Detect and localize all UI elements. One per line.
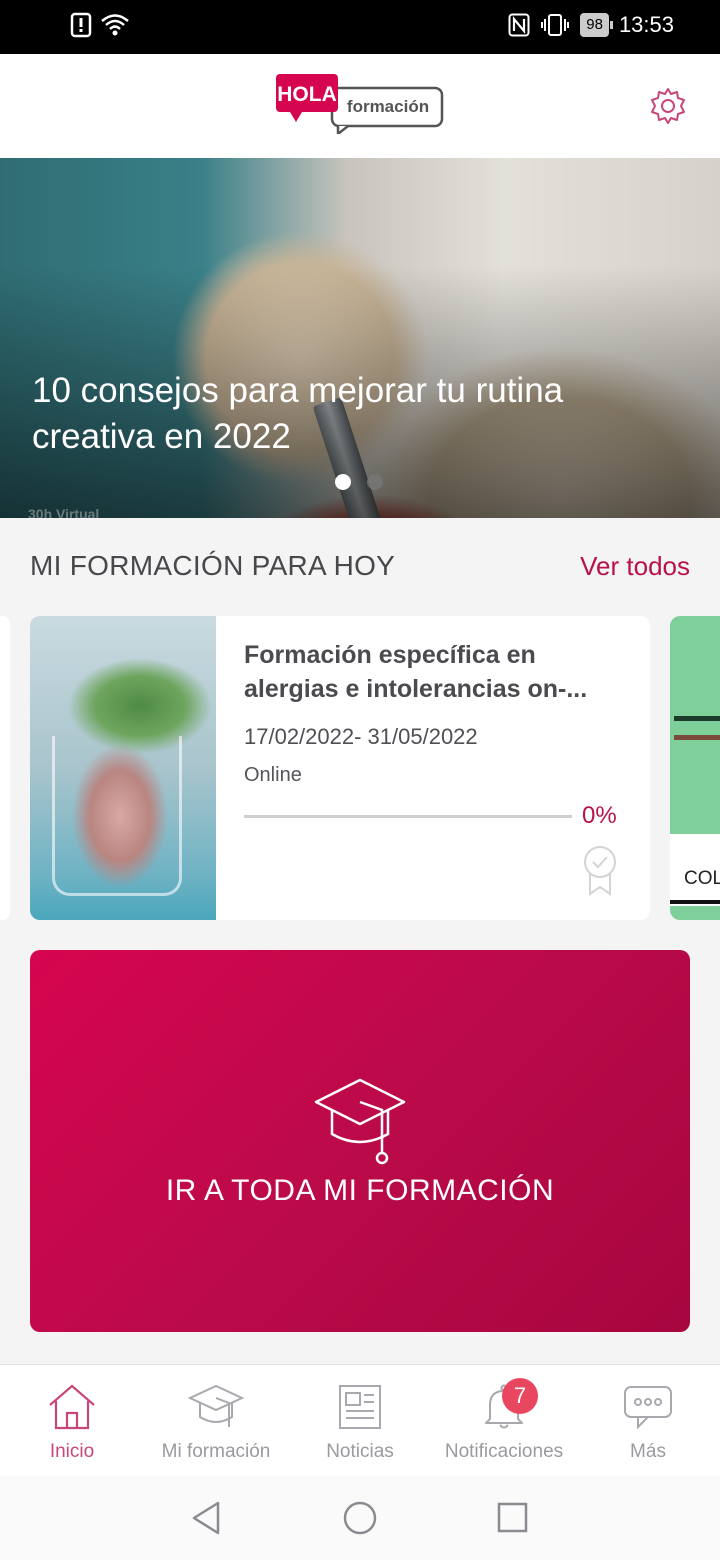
course-progress-label: 0% bbox=[582, 802, 617, 829]
hero-caption: 30h Virtual bbox=[28, 506, 100, 518]
clock: 13:53 bbox=[618, 12, 674, 37]
carousel-dot-2[interactable] bbox=[367, 474, 383, 490]
graduation-cap-icon bbox=[314, 1078, 406, 1165]
app-header: HOLA formación bbox=[0, 54, 720, 158]
course-progress-bar bbox=[244, 815, 572, 818]
wifi-icon bbox=[101, 14, 129, 36]
next-course-card[interactable]: COL bbox=[670, 616, 720, 920]
nav-item-noticias[interactable]: Noticias bbox=[288, 1365, 432, 1476]
bottom-navigation: Inicio Mi formación Noticias Notificacio… bbox=[0, 1364, 720, 1476]
section-title: MI FORMACIÓN PARA HOY bbox=[30, 550, 396, 581]
nav-label: Mi formación bbox=[161, 1441, 271, 1462]
carousel-dot-1[interactable] bbox=[335, 474, 351, 490]
next-course-thumbnail bbox=[670, 616, 720, 834]
svg-text:HOLA: HOLA bbox=[277, 83, 337, 106]
nav-item-mas[interactable]: Más bbox=[576, 1365, 720, 1476]
svg-text:formación: formación bbox=[347, 97, 429, 116]
status-right: 98 13:53 bbox=[508, 12, 674, 38]
hero-title: 10 consejos para mejorar tu rutina creat… bbox=[32, 371, 564, 456]
nav-label: Más bbox=[630, 1441, 666, 1462]
certificate-badge-icon bbox=[584, 846, 616, 896]
nfc-icon bbox=[508, 13, 530, 37]
gear-icon[interactable] bbox=[648, 86, 688, 126]
recents-icon[interactable] bbox=[496, 1500, 528, 1536]
system-navigation-bar bbox=[0, 1476, 720, 1560]
course-dates: 17/02/2022- 31/05/2022 bbox=[244, 724, 478, 749]
nav-item-mi-formacion[interactable]: Mi formación bbox=[144, 1365, 288, 1476]
all-training-button[interactable]: IR A TODA MI FORMACIÓN bbox=[30, 950, 690, 1332]
nav-item-inicio[interactable]: Inicio bbox=[0, 1365, 144, 1476]
course-mode: Online bbox=[244, 764, 302, 786]
home-icon bbox=[49, 1384, 95, 1430]
carousel-indicator bbox=[335, 474, 383, 490]
section-header: MI FORMACIÓN PARA HOY Ver todos bbox=[30, 550, 690, 582]
nav-label: Notificaciones bbox=[444, 1441, 564, 1462]
hero-carousel[interactable]: 10 consejos para mejorar tu rutina creat… bbox=[0, 158, 720, 518]
all-training-label: IR A TODA MI FORMACIÓN bbox=[165, 1174, 555, 1207]
alert-icon bbox=[70, 12, 92, 38]
nav-label: Inicio bbox=[49, 1441, 95, 1462]
home-circle-icon[interactable] bbox=[342, 1500, 378, 1536]
battery-indicator: 98 bbox=[580, 13, 613, 37]
course-title: Formación específica en alergias e intol… bbox=[244, 641, 588, 703]
vibrate-icon bbox=[541, 14, 570, 36]
chat-bubble-icon bbox=[624, 1386, 672, 1430]
status-left bbox=[70, 12, 130, 38]
newspaper-icon bbox=[339, 1385, 381, 1429]
graduation-cap-icon bbox=[187, 1384, 245, 1427]
previous-course-card[interactable] bbox=[0, 616, 10, 920]
course-card[interactable]: Formación específica en alergias e intol… bbox=[30, 616, 650, 920]
back-icon[interactable] bbox=[190, 1500, 222, 1536]
status-bar: 98 13:53 bbox=[0, 0, 720, 54]
next-course-label: COL bbox=[684, 868, 720, 889]
see-all-link[interactable]: Ver todos bbox=[580, 551, 690, 582]
nav-item-notificaciones[interactable]: Notificaciones bbox=[432, 1365, 576, 1476]
hola-formacion-logo: HOLA formación bbox=[276, 74, 444, 134]
nav-label: Noticias bbox=[326, 1441, 394, 1462]
notifications-count-badge: 7 bbox=[502, 1378, 538, 1414]
